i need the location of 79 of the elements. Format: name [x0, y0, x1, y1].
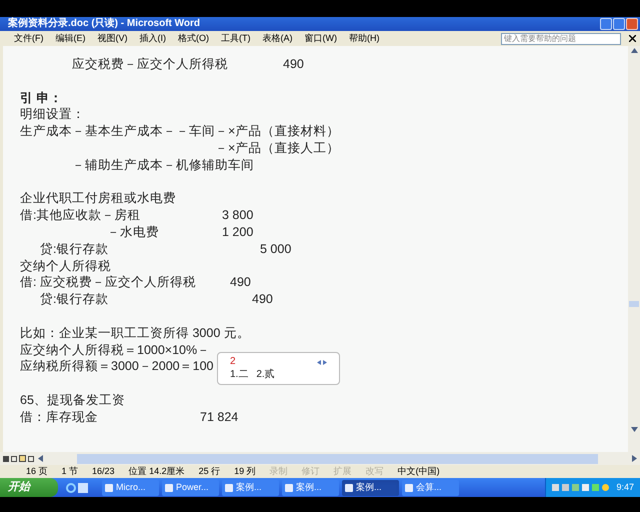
ime-candidate[interactable]: 2.贰: [256, 370, 275, 380]
page-arrows-icon[interactable]: [317, 360, 327, 364]
menu-item[interactable]: 格式(O): [178, 34, 209, 43]
status-item: 25 行: [198, 467, 220, 476]
document-text: 应交税费－应交个人所得税: [72, 57, 228, 71]
scroll-thumb[interactable]: [629, 301, 639, 307]
status-item: 16 页: [26, 467, 48, 476]
menu-item[interactable]: 编辑(E): [56, 34, 86, 43]
document-text: －×产品（直接人工）: [215, 140, 340, 155]
document-text: 借：库存现金: [20, 410, 98, 424]
minimize-button[interactable]: [600, 18, 612, 30]
scroll-up-arrow-icon[interactable]: [630, 48, 638, 53]
menu-item[interactable]: 表格(A): [262, 34, 292, 43]
horizontal-scrollbar[interactable]: [0, 452, 640, 465]
taskbar-button[interactable]: 会算...: [402, 480, 459, 496]
close-button[interactable]: [626, 18, 638, 30]
document-text: 比如：企业某一职工工资所得 3000 元。: [20, 326, 250, 340]
window-title: 案例资料分录.doc (只读) - Microsoft Word: [8, 19, 200, 29]
document-text: －水电费: [107, 224, 159, 239]
document-text: 交纳个人所得税: [20, 258, 111, 273]
document-text: 企业代职工付房租或水电费: [20, 191, 176, 206]
scroll-right-arrow-icon[interactable]: [632, 455, 637, 462]
status-item: 1 节: [62, 467, 78, 476]
document-text: 借:其他应收款－房租: [20, 208, 140, 222]
status-item: 中文(中国): [398, 467, 440, 476]
amount: 490: [252, 291, 273, 308]
menu-item[interactable]: 窗口(W): [304, 34, 337, 43]
tray-icons-drawing[interactable]: [552, 484, 610, 491]
amount: 490: [283, 56, 304, 73]
document-text: －辅助生产成本－机修辅助车间: [72, 158, 254, 172]
amount: 3 800: [222, 207, 254, 224]
vertical-scrollbar[interactable]: [628, 46, 640, 452]
window-icon: [345, 484, 353, 492]
window-icon: [165, 484, 173, 492]
status-item: 扩展: [334, 467, 352, 476]
taskbar-button[interactable]: 案例...: [222, 480, 279, 496]
window-icon: [105, 484, 113, 492]
taskbar-button[interactable]: 案例...: [282, 480, 339, 496]
heading: 引 申：: [20, 90, 62, 105]
menu-item[interactable]: 帮助(H): [349, 34, 380, 43]
status-item: 修订: [302, 467, 320, 476]
status-item: 19 列: [234, 467, 256, 476]
menu-item[interactable]: 文件(F): [14, 34, 44, 43]
amount: 5 000: [260, 240, 292, 258]
taskbar-button[interactable]: Micro...: [102, 480, 159, 496]
taskbar-button[interactable]: Power...: [162, 480, 219, 496]
document-text: 应交纳个人所得税＝1000×10%－: [20, 342, 210, 357]
view-buttons-drawing[interactable]: [3, 455, 34, 462]
menu-item[interactable]: 插入(I): [140, 34, 166, 43]
scroll-down-arrow-icon[interactable]: [630, 427, 638, 432]
amount: 71 824: [200, 408, 238, 426]
scroll-left-arrow-icon[interactable]: [38, 455, 43, 462]
document-text: 贷:银行存款: [40, 292, 108, 306]
document-text: 65、提现备发工资: [20, 392, 125, 407]
help-search-field[interactable]: 键入需要帮助的问题: [501, 32, 621, 44]
window-icon: [285, 484, 293, 492]
status-item: 位置 14.2厘米: [128, 467, 185, 476]
document-text: 明细设置：: [20, 107, 85, 122]
amount: 1 200: [222, 224, 254, 241]
menu-item[interactable]: 工具(T): [221, 34, 250, 43]
ime-composition: 2: [230, 357, 236, 367]
menu-item[interactable]: 视图(V): [98, 34, 128, 43]
close-icon[interactable]: [629, 35, 636, 42]
document-text: 应纳税所得额＝3000－2000＝100: [20, 359, 214, 374]
scroll-thumb[interactable]: [77, 454, 598, 464]
maximize-button[interactable]: [613, 18, 625, 30]
status-item: 改写: [366, 467, 384, 476]
taskbar-button[interactable]: 案例...: [342, 480, 399, 496]
document-text: 贷:银行存款: [40, 242, 108, 256]
amount: 490: [230, 274, 251, 292]
document-text: 借: 应交税费－应交个人所得税: [20, 275, 196, 290]
status-item: 16/23: [92, 467, 115, 476]
status-item: 录制: [270, 467, 288, 476]
clock: 9:47: [616, 480, 634, 494]
window-icon: [225, 484, 233, 492]
window-icon: [405, 484, 413, 492]
document-text: 生产成本－基本生产成本－－车间－×产品（直接材料）: [20, 124, 340, 138]
ime-candidate[interactable]: 1.二: [230, 370, 248, 380]
quick-launch-icons-drawing[interactable]: [66, 482, 88, 492]
